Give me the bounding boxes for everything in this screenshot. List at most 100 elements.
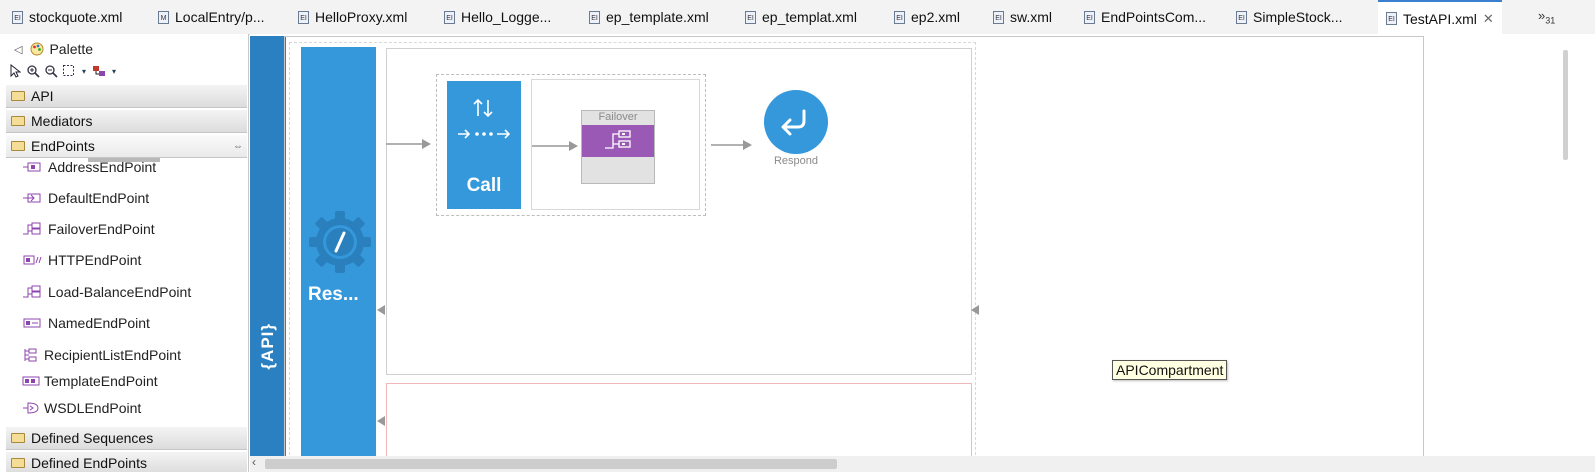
palette-item-label: FailoverEndPoint (48, 221, 155, 237)
xml-file-icon: EI (12, 10, 23, 24)
vertical-scroll-thumb[interactable] (1563, 50, 1568, 160)
tab-label: SimpleStock... (1253, 9, 1343, 25)
xml-file-icon: EI (745, 10, 756, 24)
tab-helloproxy[interactable]: EI HelloProxy.xml (298, 0, 407, 34)
tab-simplestock[interactable]: EI SimpleStock... (1236, 0, 1342, 34)
resource-gear-icon (307, 209, 373, 275)
tab-ep-template[interactable]: EI ep_template.xml (589, 0, 709, 34)
tab-hello-logger[interactable]: EI Hello_Logge... (444, 0, 551, 34)
open-folder-icon (11, 458, 25, 468)
tab-sw[interactable]: EI sw.xml (993, 0, 1052, 34)
palette-item-label: NamedEndPoint (48, 315, 150, 331)
connection-tool-icon[interactable] (92, 64, 106, 78)
collapse-triangle-icon[interactable] (970, 305, 980, 315)
tab-label: stockquote.xml (29, 9, 123, 25)
tab-localentry[interactable]: M LocalEntry/p... (158, 0, 265, 34)
fault-sequence-compartment[interactable] (386, 383, 972, 463)
respond-label: Respond (773, 155, 819, 167)
respond-icon (778, 105, 814, 139)
call-label: Call (466, 175, 502, 196)
drawer-label: Defined EndPoints (31, 455, 147, 471)
xml-file-icon: EI (1386, 12, 1397, 25)
palette-item-template-endpoint[interactable]: TemplateEndPoint (22, 369, 158, 393)
template-endpoint-icon (22, 374, 40, 388)
tab-label: ep_template.xml (606, 9, 709, 25)
api-band[interactable] (250, 36, 286, 460)
editor-tab-bar: EI stockquote.xml M LocalEntry/p... EI H… (0, 0, 1595, 35)
tab-endpointscom[interactable]: EI EndPointsCom... (1084, 0, 1206, 34)
failover-label: Failover (598, 111, 638, 123)
palette-item-http-endpoint[interactable]: HTTPEndPoint (22, 248, 141, 272)
open-folder-icon (11, 91, 25, 101)
drawer-label: EndPoints (31, 138, 95, 154)
palette-item-address-endpoint[interactable]: AddressEndPoint (22, 155, 156, 179)
collapse-triangle-icon[interactable] (376, 416, 386, 426)
palette-header: ◁ Palette (0, 38, 248, 60)
palette-item-named-endpoint[interactable]: NamedEndPoint (22, 311, 150, 335)
tab-ep-templat[interactable]: EI ep_templat.xml (745, 0, 857, 34)
zoom-out-icon[interactable] (44, 64, 58, 78)
failover-icon (603, 128, 633, 154)
pin-drawer-icon[interactable]: ⇔ (233, 141, 243, 152)
close-tab-icon[interactable]: ✕ (1483, 11, 1494, 27)
collapse-palette-icon[interactable]: ◁ (14, 43, 22, 56)
marquee-dropdown-icon[interactable]: ▾ (80, 64, 88, 78)
address-endpoint-icon (22, 160, 42, 174)
palette-item-default-endpoint[interactable]: DefaultEndPoint (22, 186, 149, 210)
palette-item-label: AddressEndPoint (48, 159, 157, 175)
tab-stockquote[interactable]: EI stockquote.xml (12, 0, 122, 34)
drawer-defined-endpoints[interactable]: Defined EndPoints (6, 451, 247, 472)
palette-item-label: Load-BalanceEndPoint (48, 284, 192, 300)
tab-overflow-button[interactable]: »31 (1538, 8, 1555, 26)
recipient-list-endpoint-icon (22, 348, 38, 362)
tab-label: ep_templat.xml (762, 9, 857, 25)
horizontal-scroll-thumb[interactable] (265, 459, 837, 469)
xml-file-icon: EI (298, 10, 309, 24)
palette-icon (30, 42, 44, 56)
drawer-defined-sequences[interactable]: Defined Sequences (6, 426, 247, 450)
palette-item-load-balance-endpoint[interactable]: Load-BalanceEndPoint (22, 280, 191, 304)
zoom-in-icon[interactable] (26, 64, 40, 78)
palette-item-label: RecipientListEndPoint (44, 347, 181, 363)
open-folder-icon (11, 116, 25, 126)
marquee-select-icon[interactable] (62, 64, 76, 78)
drawer-label: Defined Sequences (31, 430, 154, 446)
local-entry-file-icon: M (158, 10, 169, 24)
select-tool-icon[interactable] (8, 64, 22, 78)
drawer-api[interactable]: API (6, 84, 247, 108)
palette-item-failover-endpoint[interactable]: FailoverEndPoint (22, 217, 155, 241)
scroll-left-icon[interactable]: ‹ (252, 455, 256, 469)
palette-item-label: WSDLEndPoint (44, 400, 142, 416)
palette-item-recipientlist-endpoint[interactable]: RecipientListEndPoint (22, 343, 181, 367)
tooltip: APICompartment (1112, 360, 1228, 380)
tab-label: Hello_Logge... (461, 9, 552, 25)
tab-label: TestAPI.xml (1403, 10, 1477, 27)
drawer-mediators[interactable]: Mediators (6, 109, 247, 133)
wsdl-endpoint-icon (22, 401, 40, 415)
flow-arrow (386, 139, 431, 149)
named-endpoint-icon (22, 316, 42, 330)
tab-testapi[interactable]: EI TestAPI.xml ✕ (1378, 0, 1502, 35)
palette-panel: ◁ Palette ▾ ▾ API Mediators EndPoints ⇔ … (0, 34, 249, 472)
http-endpoint-icon (22, 253, 42, 267)
palette-title: Palette (49, 41, 94, 57)
palette-item-wsdl-endpoint[interactable]: WSDLEndPoint (22, 396, 141, 420)
tab-ep2[interactable]: EI ep2.xml (894, 0, 960, 34)
xml-file-icon: EI (444, 10, 455, 24)
default-endpoint-icon (22, 191, 42, 205)
drawer-label: API (31, 88, 54, 104)
palette-item-label: DefaultEndPoint (48, 190, 150, 206)
tab-label: LocalEntry/p... (175, 9, 265, 25)
resource-label: Res... (308, 284, 359, 305)
failover-endpoint-icon (22, 222, 42, 236)
api-label: {API} (258, 322, 277, 370)
collapse-triangle-icon[interactable] (376, 305, 386, 315)
xml-file-icon: EI (993, 10, 1004, 24)
palette-item-label: TemplateEndPoint (44, 373, 158, 389)
tab-label: sw.xml (1010, 9, 1052, 25)
palette-toolbar: ▾ ▾ (8, 62, 118, 80)
xml-file-icon: EI (1084, 10, 1095, 24)
tab-label: HelloProxy.xml (315, 9, 408, 25)
open-folder-icon (11, 141, 25, 151)
connection-dropdown-icon[interactable]: ▾ (110, 64, 118, 78)
